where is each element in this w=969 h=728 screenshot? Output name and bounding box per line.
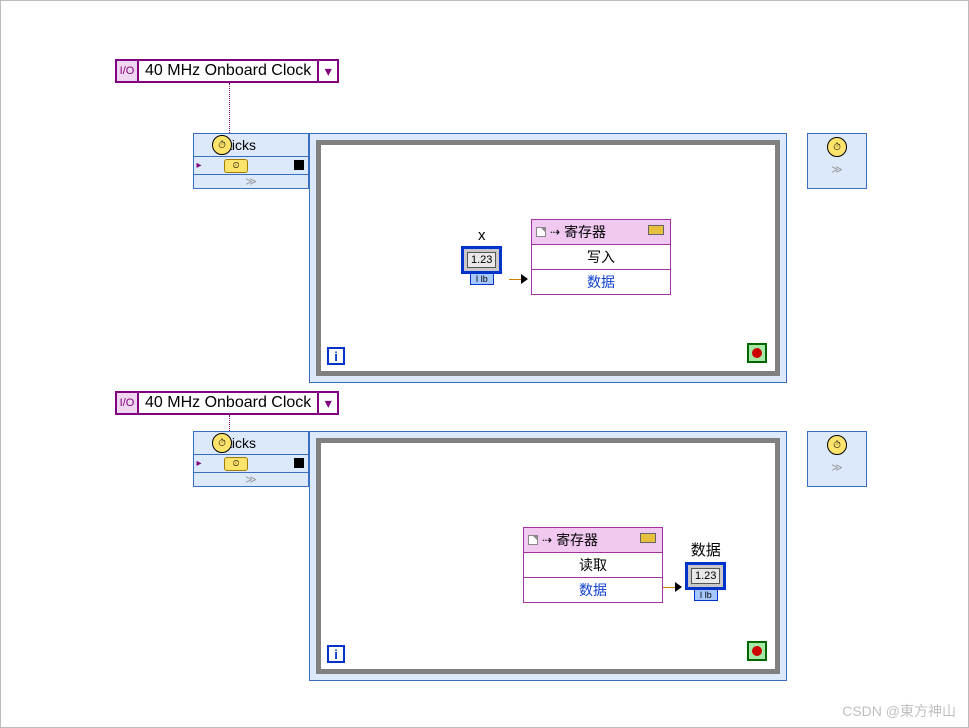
register-field: 数据 [532,270,670,294]
indicator-value: 1.23 [691,568,720,584]
control-datatype-tag: I lb [470,274,494,285]
register-field: 数据 [524,578,662,602]
ticks-label: ticks [228,435,256,451]
register-title: 寄存器 [556,530,598,550]
chevron-down-icon[interactable]: ▾ [317,61,337,81]
clock-source-selector-2[interactable]: I/O 40 MHz Onboard Clock ▾ [115,391,339,415]
stop-condition-terminal[interactable] [747,641,767,661]
expand-chevron-icon[interactable]: ≫ [831,163,843,176]
arrow-icon: ⇢ [542,533,552,547]
clock-source-selector-1[interactable]: I/O 40 MHz Onboard Clock ▾ [115,59,339,83]
clock-icon: ⏱ [827,137,847,157]
count-terminal [294,160,304,170]
corner-icon [536,227,546,237]
timed-loop-2: ⏱ ticks ▸ ⏲ ≫ ⇢ 寄存器 读 [193,431,873,681]
clock-label: 40 MHz Onboard Clock [139,61,317,81]
corner-icon [528,535,538,545]
indicator-label: 数据 [691,539,721,560]
clock-icon: ⏱ [212,433,232,453]
stop-condition-terminal[interactable] [747,343,767,363]
timed-loop-body: ⇢ 寄存器 读取 数据 数据 1.23 I lb i [309,431,787,681]
input-arrow-icon: ▸ [194,160,204,171]
count-terminal [294,458,304,468]
watermark: CSDN @東方神山 [842,701,956,721]
wire-arrow-icon [675,582,682,592]
numeric-control-x[interactable]: x 1.23 I lb [461,227,502,285]
timer-icon: ⏲ [224,159,248,173]
timed-loop-right-node[interactable]: ⏱ ≫ [807,133,867,189]
expand-chevron-icon[interactable]: ≫ [194,174,308,188]
register-op: 写入 [532,245,670,270]
expand-chevron-icon[interactable]: ≫ [831,461,843,474]
control-box: 1.23 [461,246,502,274]
indicator-datatype-tag: I lb [694,590,718,601]
stop-dot-icon [752,348,762,358]
numeric-indicator-data[interactable]: 数据 1.23 I lb [685,539,726,601]
register-read-node[interactable]: ⇢ 寄存器 读取 数据 [523,527,663,603]
clock-icon: ⏱ [212,135,232,155]
timed-loop-right-node[interactable]: ⏱ ≫ [807,431,867,487]
expand-chevron-icon[interactable]: ≫ [194,472,308,486]
indicator-box: 1.23 [685,562,726,590]
iteration-terminal[interactable]: i [327,347,345,365]
timer-icon: ⏲ [224,457,248,471]
timed-loop-left-node[interactable]: ⏱ ticks ▸ ⏲ ≫ [193,133,309,189]
loop-frame: x 1.23 I lb ⇢ 寄存器 写入 [316,140,780,376]
wire-arrow-icon [521,274,528,284]
register-write-node[interactable]: ⇢ 寄存器 写入 数据 [531,219,671,295]
control-value: 1.23 [467,252,496,268]
io-icon: I/O [117,393,139,413]
ticks-label: ticks [228,137,256,153]
clock-label: 40 MHz Onboard Clock [139,393,317,413]
loop-frame: ⇢ 寄存器 读取 数据 数据 1.23 I lb i [316,438,780,674]
diagram-canvas: I/O 40 MHz Onboard Clock ▾ ⏱ ticks ▸ ⏲ ≫… [0,0,969,728]
register-header: ⇢ 寄存器 [532,220,670,245]
clock-icon: ⏱ [827,435,847,455]
io-icon: I/O [117,61,139,81]
stop-dot-icon [752,646,762,656]
arrow-icon: ⇢ [550,225,560,239]
timed-loop-left-node[interactable]: ⏱ ticks ▸ ⏲ ≫ [193,431,309,487]
register-op: 读取 [524,553,662,578]
iteration-terminal[interactable]: i [327,645,345,663]
led-icon [648,225,664,235]
led-icon [640,533,656,543]
chevron-down-icon[interactable]: ▾ [317,393,337,413]
register-title: 寄存器 [564,222,606,242]
control-label: x [478,227,486,244]
register-header: ⇢ 寄存器 [524,528,662,553]
timed-loop-body: x 1.23 I lb ⇢ 寄存器 写入 [309,133,787,383]
timed-loop-1: ⏱ ticks ▸ ⏲ ≫ x 1.23 I lb [193,133,873,383]
input-arrow-icon: ▸ [194,458,204,469]
wire [229,83,230,135]
